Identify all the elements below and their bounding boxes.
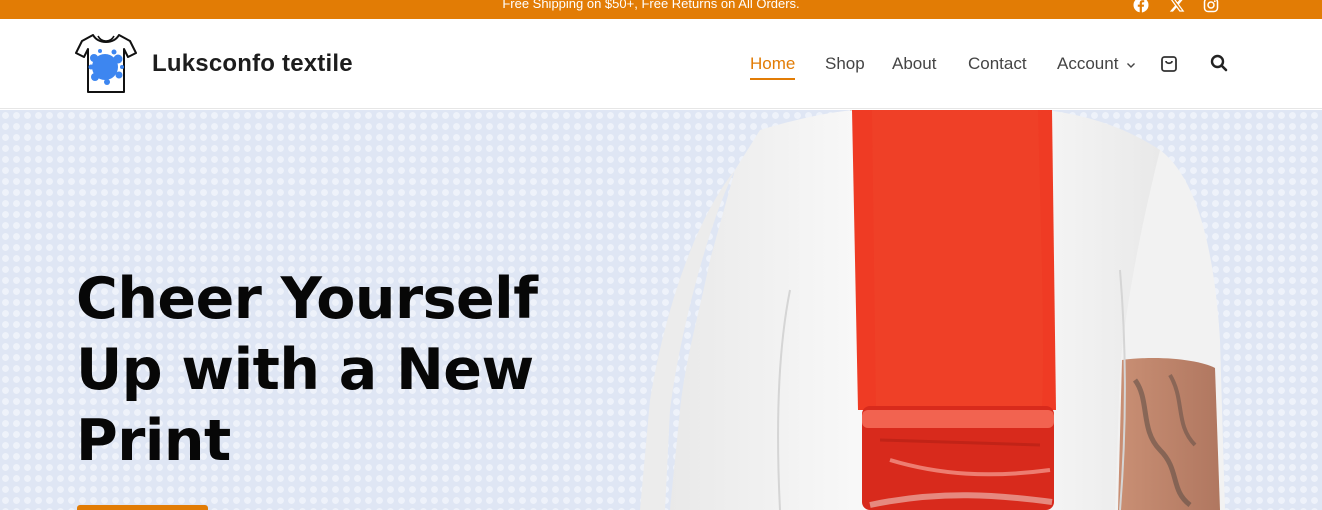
- hero-title-line-2: Up with a New: [76, 337, 534, 403]
- hero-title-line-1: Cheer Yourself: [76, 266, 538, 332]
- nav-shop[interactable]: Shop: [825, 53, 865, 75]
- hero-section: Cheer Yourself Up with a New Print: [0, 110, 1322, 510]
- main-nav: Home Shop About Contact Account: [0, 53, 1322, 80]
- announcement-bar: Free Shipping on $50+, Free Returns on A…: [0, 0, 1322, 19]
- nav-account[interactable]: Account: [1057, 53, 1137, 75]
- search-icon[interactable]: [1209, 53, 1229, 73]
- nav-home-label: Home: [750, 54, 796, 73]
- instagram-icon[interactable]: [1203, 0, 1219, 13]
- nav-contact[interactable]: Contact: [968, 53, 1027, 75]
- active-underline: [750, 78, 796, 80]
- chevron-down-icon: [1125, 59, 1137, 71]
- x-twitter-icon[interactable]: [1169, 0, 1185, 13]
- site-header: Luksconfo textile Home Shop About Contac…: [0, 19, 1322, 109]
- announcement-text: Free Shipping on $50+, Free Returns on A…: [502, 0, 800, 11]
- hero-model-image: [640, 110, 1260, 510]
- facebook-icon[interactable]: [1133, 0, 1149, 13]
- hero-cta-button[interactable]: [77, 505, 208, 510]
- hero-title: Cheer Yourself Up with a New Print: [76, 264, 636, 477]
- nav-account-label: Account: [1057, 54, 1119, 73]
- nav-about[interactable]: About: [892, 53, 936, 75]
- hero-title-line-3: Print: [76, 408, 231, 474]
- cart-icon[interactable]: [1159, 53, 1179, 73]
- nav-home[interactable]: Home: [750, 53, 796, 80]
